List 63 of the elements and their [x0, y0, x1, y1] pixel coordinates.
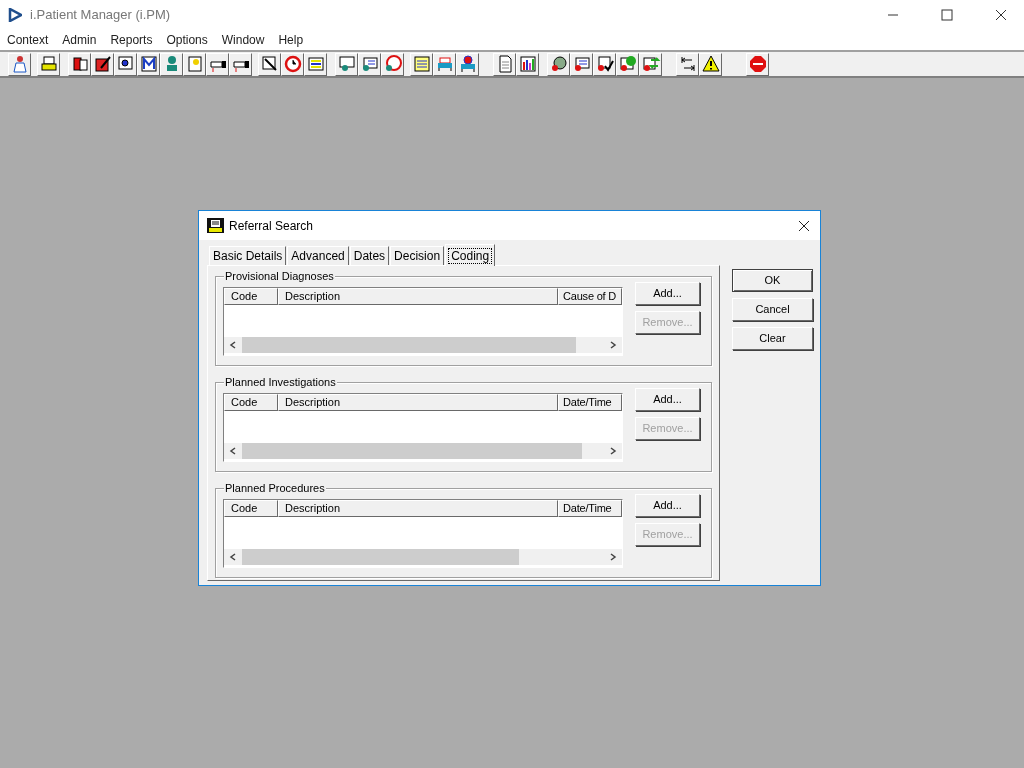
list-icon: [305, 54, 326, 74]
tab[interactable]: Decision: [390, 246, 445, 265]
dialog-title: Referral Search: [229, 217, 314, 235]
window-title: i.Patient Manager (i.PM): [30, 5, 171, 24]
menu-item[interactable]: Help: [273, 30, 309, 49]
group-title: Planned Procedures: [224, 481, 326, 495]
printer-icon: [38, 54, 59, 74]
column-header[interactable]: Code: [224, 500, 278, 517]
scroll-thumb[interactable]: [242, 337, 576, 353]
horizontal-scrollbar[interactable]: [224, 337, 622, 353]
toolbar-button[interactable]: [68, 52, 91, 76]
dialog-button[interactable]: Cancel: [732, 298, 813, 321]
warning-icon: [700, 54, 721, 74]
add-button[interactable]: Add...: [635, 494, 700, 517]
toolbar-button[interactable]: [137, 52, 160, 76]
tab[interactable]: Advanced: [287, 246, 349, 265]
column-header[interactable]: Code: [224, 288, 278, 305]
menu-item[interactable]: Options: [161, 30, 213, 49]
letter-icon: [138, 54, 159, 74]
group-title: Provisional Diagnoses: [224, 269, 335, 283]
dialog-button[interactable]: OK: [732, 269, 813, 292]
exit-sign-icon: [747, 54, 768, 74]
column-header[interactable]: Date/Time: [558, 500, 622, 517]
close-icon[interactable]: [995, 8, 1007, 21]
scroll-thumb[interactable]: [242, 549, 519, 565]
tab[interactable]: Basic Details: [209, 246, 287, 265]
column-header[interactable]: Code: [224, 394, 278, 411]
toolbar-button[interactable]: [516, 52, 539, 76]
add-button[interactable]: Add...: [635, 388, 700, 411]
bar-chart-icon: [517, 54, 538, 74]
list-view[interactable]: Code Description Date/Time: [223, 393, 623, 462]
pen-document-icon: [92, 54, 113, 74]
toolbar-button[interactable]: [304, 52, 327, 76]
dialog-button[interactable]: Clear: [732, 327, 813, 350]
toolbar-button[interactable]: [593, 52, 616, 76]
toolbar-button[interactable]: [456, 52, 479, 76]
column-header[interactable]: Description: [278, 394, 558, 411]
list-view[interactable]: Code Description Cause of D: [223, 287, 623, 356]
menu-item[interactable]: Reports: [105, 30, 158, 49]
form-arrows-icon: [640, 54, 661, 74]
add-button[interactable]: Add...: [635, 282, 700, 305]
close-icon[interactable]: [798, 219, 810, 232]
clock-icon: [282, 54, 303, 74]
column-header[interactable]: Description: [278, 500, 558, 517]
toolbar-button[interactable]: [699, 52, 722, 76]
menu-item[interactable]: Admin: [57, 30, 102, 49]
horizontal-scrollbar[interactable]: [224, 549, 622, 565]
column-header[interactable]: Description: [278, 288, 558, 305]
toolbar-button[interactable]: [91, 52, 114, 76]
list-view[interactable]: Code Description Date/Time: [223, 499, 623, 568]
form-globe-icon: [617, 54, 638, 74]
toolbar-button[interactable]: [676, 52, 699, 76]
toolbar-button[interactable]: [37, 52, 60, 76]
tab[interactable]: Coding: [445, 244, 496, 266]
column-header[interactable]: Date/Time: [558, 394, 622, 411]
menu-item[interactable]: Window: [216, 30, 270, 49]
dialog-icon: [207, 218, 224, 233]
menu-item[interactable]: Context: [2, 30, 54, 49]
column-header[interactable]: Cause of D: [558, 288, 622, 305]
tab[interactable]: Dates: [349, 246, 390, 265]
app-logo-icon: [8, 7, 22, 22]
group-title: Planned Investigations: [224, 375, 337, 389]
maximize-icon[interactable]: [941, 8, 953, 21]
